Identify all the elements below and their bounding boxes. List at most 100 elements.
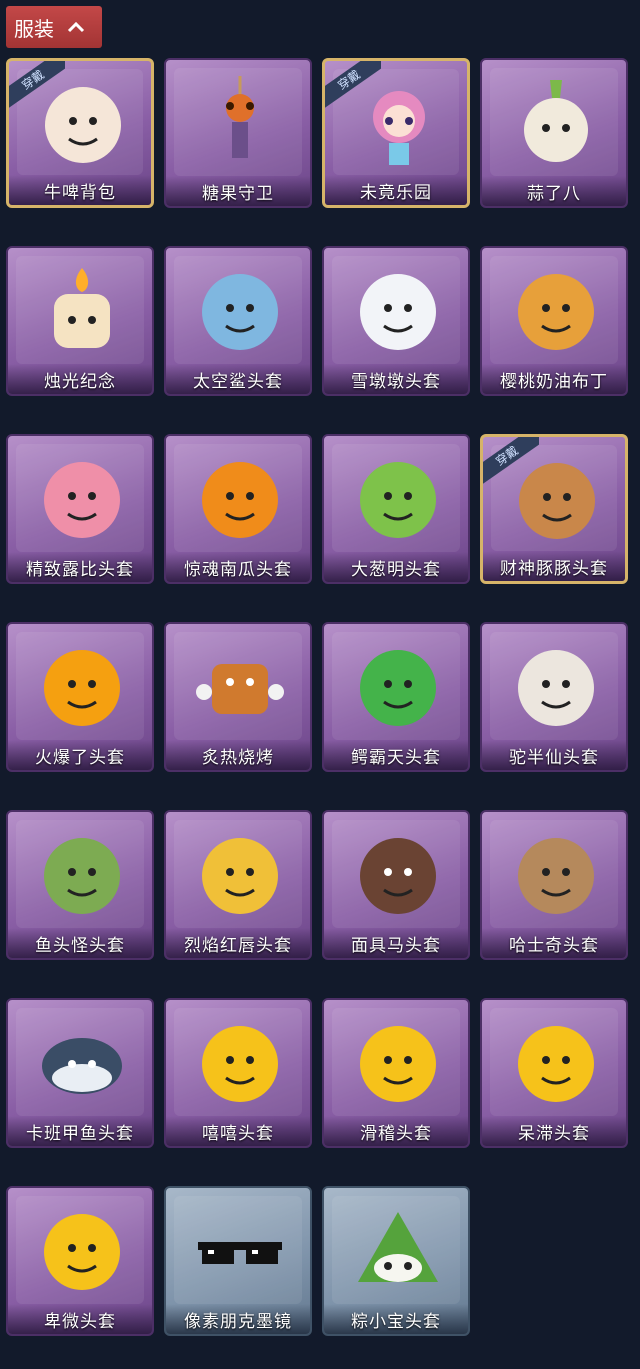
horse-icon bbox=[360, 838, 436, 914]
costume-name: 鳄霸天头套 bbox=[351, 747, 441, 768]
costume-card-alpaca[interactable]: 驼半仙头套 bbox=[480, 622, 628, 772]
stare-emoji-icon bbox=[518, 1026, 594, 1102]
costume-card-zongzi[interactable]: 粽小宝头套 bbox=[322, 1186, 470, 1336]
costume-name: 大葱明头套 bbox=[351, 559, 441, 580]
costume-label-bar: 卑微头套 bbox=[8, 1304, 152, 1334]
costume-card-husky[interactable]: 哈士奇头套 bbox=[480, 810, 628, 960]
costume-grid: 穿戴 牛啤背包 糖果守卫 穿戴 未竟乐园 蒜了八 烛光纪念 太空鲨头套 雪墩墩头套 樱桃奶油布丁精… bbox=[6, 58, 628, 1336]
meat-icon bbox=[196, 664, 284, 714]
costume-label-bar: 樱桃奶油布丁 bbox=[482, 364, 626, 394]
costume-label-bar: 精致露比头套 bbox=[8, 552, 152, 582]
costume-label-bar: 雪墩墩头套 bbox=[324, 364, 468, 394]
costume-label-bar: 滑稽头套 bbox=[324, 1116, 468, 1146]
costume-name: 炙热烧烤 bbox=[202, 747, 274, 768]
costume-label-bar: 牛啤背包 bbox=[9, 175, 151, 205]
smirk-emoji-icon bbox=[360, 1026, 436, 1102]
costume-card-fire[interactable]: 火爆了头套 bbox=[6, 622, 154, 772]
costume-name: 烈焰红唇头套 bbox=[184, 935, 292, 956]
costume-label-bar: 烛光纪念 bbox=[8, 364, 152, 394]
zongzi-icon bbox=[358, 1212, 438, 1282]
snowman-icon bbox=[360, 274, 436, 350]
shark-icon bbox=[202, 274, 278, 350]
costume-card-candy-guard[interactable]: 糖果守卫 bbox=[164, 58, 312, 208]
costume-name: 呆滞头套 bbox=[518, 1123, 590, 1144]
costume-name: 惊魂南瓜头套 bbox=[184, 559, 292, 580]
costume-label-bar: 驼半仙头套 bbox=[482, 740, 626, 770]
costume-name: 鱼头怪头套 bbox=[35, 935, 125, 956]
costume-name: 卑微头套 bbox=[44, 1311, 116, 1332]
costume-card-humble[interactable]: 卑微头套 bbox=[6, 1186, 154, 1336]
pumpkin-scarecrow-icon bbox=[226, 76, 254, 158]
shy-emoji-icon bbox=[44, 1214, 120, 1290]
costume-section-toggle[interactable]: 服装 bbox=[6, 6, 102, 48]
costume-card-candlelight[interactable]: 烛光纪念 bbox=[6, 246, 154, 396]
costume-card-silly[interactable]: 滑稽头套 bbox=[322, 998, 470, 1148]
costume-card-horse[interactable]: 面具马头套 bbox=[322, 810, 470, 960]
scallion-icon bbox=[360, 462, 436, 538]
pudding-icon bbox=[518, 274, 594, 350]
costume-name: 太空鲨头套 bbox=[193, 371, 283, 392]
crocodile-icon bbox=[360, 650, 436, 726]
costume-label-bar: 炙热烧烤 bbox=[166, 740, 310, 770]
costume-name: 粽小宝头套 bbox=[351, 1311, 441, 1332]
equipped-badge: 穿戴 bbox=[9, 61, 65, 117]
alpaca-icon bbox=[518, 650, 594, 726]
costume-card-space-shark[interactable]: 太空鲨头套 bbox=[164, 246, 312, 396]
costume-name: 嘻嘻头套 bbox=[202, 1123, 274, 1144]
costume-card-suan-le-ba[interactable]: 蒜了八 bbox=[480, 58, 628, 208]
costume-name: 樱桃奶油布丁 bbox=[500, 371, 608, 392]
costume-label-bar: 糖果守卫 bbox=[166, 176, 310, 206]
costume-card-barbecue[interactable]: 炙热烧烤 bbox=[164, 622, 312, 772]
equipped-badge-text: 穿戴 bbox=[325, 61, 381, 111]
costume-card-dazed[interactable]: 呆滞头套 bbox=[480, 998, 628, 1148]
costume-label-bar: 哈士奇头套 bbox=[482, 928, 626, 958]
beaver-icon bbox=[44, 462, 120, 538]
costume-name: 糖果守卫 bbox=[202, 183, 274, 204]
costume-label-bar: 像素朋克墨镜 bbox=[166, 1304, 310, 1334]
whale-icon bbox=[42, 1038, 122, 1094]
costume-name: 像素朋克墨镜 bbox=[184, 1311, 292, 1332]
costume-label-bar: 惊魂南瓜头套 bbox=[166, 552, 310, 582]
costume-name: 驼半仙头套 bbox=[509, 747, 599, 768]
costume-name: 卡班甲鱼头套 bbox=[26, 1123, 134, 1144]
costume-name: 未竟乐园 bbox=[360, 182, 432, 203]
equipped-badge-text: 穿戴 bbox=[483, 437, 539, 487]
costume-name: 牛啤背包 bbox=[44, 182, 116, 203]
costume-label-bar: 烈焰红唇头套 bbox=[166, 928, 310, 958]
costume-label-bar: 大葱明头套 bbox=[324, 552, 468, 582]
costume-card-snowman[interactable]: 雪墩墩头套 bbox=[322, 246, 470, 396]
costume-name: 财神豚豚头套 bbox=[500, 558, 608, 579]
costume-card-pumpkin[interactable]: 惊魂南瓜头套 bbox=[164, 434, 312, 584]
costume-name: 精致露比头套 bbox=[26, 559, 134, 580]
equipped-badge: 穿戴 bbox=[325, 61, 381, 117]
costume-name: 蒜了八 bbox=[527, 183, 581, 204]
flame-icon bbox=[44, 650, 120, 726]
costume-card-weiJing-park[interactable]: 穿戴未竟乐园 bbox=[322, 58, 470, 208]
costume-name: 雪墩墩头套 bbox=[351, 371, 441, 392]
chevron-up-icon bbox=[67, 21, 85, 33]
costume-card-crocodile[interactable]: 鳄霸天头套 bbox=[322, 622, 470, 772]
costume-card-kaban-fish[interactable]: 卡班甲鱼头套 bbox=[6, 998, 154, 1148]
costume-label-bar: 财神豚豚头套 bbox=[483, 551, 625, 581]
costume-name: 滑稽头套 bbox=[360, 1123, 432, 1144]
pixel-sunglasses-icon bbox=[198, 1242, 282, 1264]
costume-card-cow-beer-backpack[interactable]: 穿戴牛啤背包 bbox=[6, 58, 154, 208]
costume-name: 面具马头套 bbox=[351, 935, 441, 956]
costume-card-grin[interactable]: 嘻嘻头套 bbox=[164, 998, 312, 1148]
pikachu-mask-icon bbox=[202, 838, 278, 914]
costume-label-bar: 卡班甲鱼头套 bbox=[8, 1116, 152, 1146]
section-title: 服装 bbox=[14, 16, 54, 41]
costume-label-bar: 火爆了头套 bbox=[8, 740, 152, 770]
costume-card-scallion[interactable]: 大葱明头套 bbox=[322, 434, 470, 584]
equipped-badge: 穿戴 bbox=[483, 437, 539, 493]
costume-card-fish-head[interactable]: 鱼头怪头套 bbox=[6, 810, 154, 960]
costume-card-pixel-sunglasses[interactable]: 像素朋克墨镜 bbox=[164, 1186, 312, 1336]
dog-icon bbox=[518, 838, 594, 914]
grin-emoji-icon bbox=[202, 1026, 278, 1102]
costume-label-bar: 嘻嘻头套 bbox=[166, 1116, 310, 1146]
costume-card-flame-lips[interactable]: 烈焰红唇头套 bbox=[164, 810, 312, 960]
costume-card-lubi[interactable]: 精致露比头套 bbox=[6, 434, 154, 584]
costume-card-cherry-pudding[interactable]: 樱桃奶油布丁 bbox=[480, 246, 628, 396]
costume-card-capybara[interactable]: 穿戴财神豚豚头套 bbox=[480, 434, 628, 584]
pumpkin-icon bbox=[202, 462, 278, 538]
